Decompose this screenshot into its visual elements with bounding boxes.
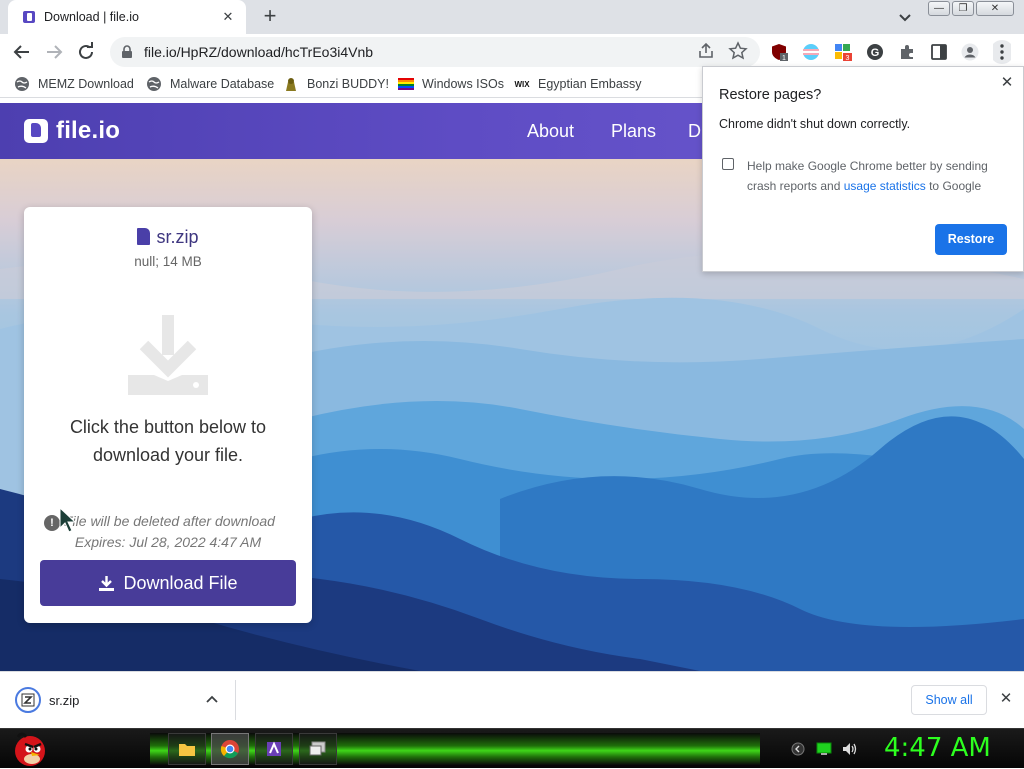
- file-name-text: sr.zip: [156, 227, 199, 247]
- download-arrow-icon: [99, 575, 115, 591]
- window-close-button[interactable]: ✕: [976, 1, 1014, 16]
- ublock-shield-icon[interactable]: 1: [770, 43, 788, 61]
- fileio-favicon-icon: [23, 11, 35, 23]
- bookmark-label: Windows ISOs: [422, 77, 504, 91]
- fileio-logo-mark-icon: [24, 119, 48, 143]
- bookmark-label: Malware Database: [170, 77, 275, 91]
- profile-avatar-icon[interactable]: [961, 43, 979, 61]
- tab-search-chevron-icon[interactable]: [894, 6, 916, 28]
- coin-extension-icon[interactable]: G: [866, 43, 884, 61]
- delete-warning-text: File will be deleted after download: [64, 513, 275, 529]
- taskbar-file-explorer[interactable]: [168, 733, 206, 765]
- bookmark-memz[interactable]: MEMZ Download: [14, 76, 134, 92]
- bonzi-icon: [286, 78, 296, 91]
- nav-about-link[interactable]: About: [527, 121, 574, 142]
- fileio-logo[interactable]: file.io: [24, 117, 120, 145]
- grid-extension-icon[interactable]: 3: [834, 43, 852, 61]
- expiry-text: Expires: Jul 28, 2022 4:47 AM: [74, 534, 262, 550]
- network-icon[interactable]: [816, 742, 832, 756]
- download-file-button[interactable]: Download File: [40, 560, 296, 606]
- trans-flag-extension-icon[interactable]: [802, 43, 820, 61]
- taskbar: 4:47 AM: [0, 728, 1024, 768]
- logo-text: file.io: [56, 117, 121, 144]
- chrome-icon: [220, 740, 239, 759]
- taskbar-chrome[interactable]: [211, 733, 249, 765]
- address-bar[interactable]: file.io/HpRZ/download/hcTrEo3i4Vnb: [110, 37, 760, 67]
- download-shelf-close-icon[interactable]: ✕: [998, 691, 1014, 707]
- restore-button[interactable]: Restore: [935, 224, 1007, 255]
- crash-report-label: Help make Google Chrome better by sendin…: [747, 156, 1009, 196]
- rainbow-flag-icon: [398, 78, 414, 90]
- bookmark-malware-database[interactable]: Malware Database: [146, 76, 274, 92]
- crash-report-checkbox[interactable]: [722, 158, 734, 170]
- back-arrow-icon[interactable]: [10, 40, 34, 64]
- download-shelf: sr.zip Show all ✕: [0, 671, 1024, 728]
- tab-strip: Download | file.io ✕ + — ❐ ✕: [0, 0, 1024, 34]
- shield-badge: 1: [782, 55, 786, 61]
- angry-bird-start-icon[interactable]: [8, 729, 48, 769]
- window-controls: — ❐ ✕: [928, 1, 1014, 16]
- restore-dialog-close-icon[interactable]: ✕: [999, 75, 1015, 91]
- reload-icon[interactable]: [74, 40, 98, 64]
- crash-report-text-2: to Google: [925, 179, 982, 193]
- side-panel-icon[interactable]: [930, 43, 948, 61]
- bookmark-bonzi-buddy[interactable]: Bonzi BUDDY!: [283, 76, 389, 92]
- svg-text:WIX: WIX: [514, 80, 530, 89]
- nav-plans-link[interactable]: Plans: [611, 121, 656, 142]
- url-text: file.io/HpRZ/download/hcTrEo3i4Vnb: [144, 44, 374, 60]
- restore-pages-dialog: Restore pages? ✕ Chrome didn't shut down…: [702, 66, 1024, 272]
- nav-truncated-link[interactable]: D: [688, 121, 701, 142]
- bookmark-label: MEMZ Download: [38, 77, 134, 91]
- bookmark-egyptian-embassy[interactable]: WIX Egyptian Embassy: [514, 76, 642, 92]
- maximize-button[interactable]: ❐: [952, 1, 974, 16]
- share-icon[interactable]: [696, 41, 716, 61]
- kebab-menu-icon[interactable]: [993, 40, 1011, 64]
- download-card: sr.zip null; 14 MB Click the button belo…: [24, 207, 312, 623]
- download-item-name[interactable]: sr.zip: [49, 693, 79, 708]
- taskbar-app-purple[interactable]: [255, 733, 293, 765]
- download-tray-icon: [128, 315, 208, 395]
- bookmark-star-icon[interactable]: [728, 41, 748, 61]
- puzzle-extensions-icon[interactable]: [898, 43, 916, 61]
- purple-app-icon: [267, 741, 281, 756]
- restore-dialog-title: Restore pages?: [719, 87, 822, 103]
- file-meta: null; 14 MB: [134, 254, 202, 269]
- chevron-up-icon[interactable]: [204, 692, 220, 708]
- bookmark-windows-isos[interactable]: Windows ISOs: [398, 76, 504, 92]
- monitor-app-icon: [309, 741, 326, 756]
- usage-statistics-link[interactable]: usage statistics: [844, 179, 926, 193]
- wix-icon: WIX: [514, 80, 530, 89]
- minimize-button[interactable]: —: [928, 1, 950, 16]
- tab-file-io[interactable]: Download | file.io ✕: [8, 0, 246, 34]
- zip-file-icon[interactable]: [15, 687, 41, 713]
- grid-badge: 3: [846, 55, 850, 61]
- taskbar-app-monitor[interactable]: [299, 733, 337, 765]
- folder-icon: [179, 744, 195, 756]
- new-tab-button[interactable]: +: [258, 4, 282, 28]
- mouse-cursor-icon: [59, 506, 77, 533]
- volume-icon[interactable]: [842, 742, 858, 756]
- tray-chevron-icon[interactable]: [790, 742, 806, 756]
- lock-icon: [122, 45, 132, 58]
- tab-title: Download | file.io: [44, 10, 139, 24]
- file-name: sr.zip: [24, 227, 312, 248]
- tab-close-icon[interactable]: ✕: [220, 9, 236, 25]
- forward-arrow-icon[interactable]: [42, 40, 66, 64]
- show-all-button[interactable]: Show all: [911, 685, 987, 715]
- bookmark-label: Egyptian Embassy: [538, 77, 642, 91]
- taskbar-clock[interactable]: 4:47 AM: [884, 733, 991, 763]
- download-instruction: Click the button below to download your …: [69, 417, 267, 465]
- divider: [235, 680, 236, 720]
- file-icon: [137, 228, 151, 245]
- globe-icon: [15, 77, 29, 91]
- svg-text:G: G: [871, 47, 880, 59]
- restore-dialog-message: Chrome didn't shut down correctly.: [719, 117, 911, 131]
- globe-icon: [147, 77, 161, 91]
- download-file-button-label: Download File: [123, 572, 238, 593]
- bookmark-label: Bonzi BUDDY!: [307, 77, 389, 91]
